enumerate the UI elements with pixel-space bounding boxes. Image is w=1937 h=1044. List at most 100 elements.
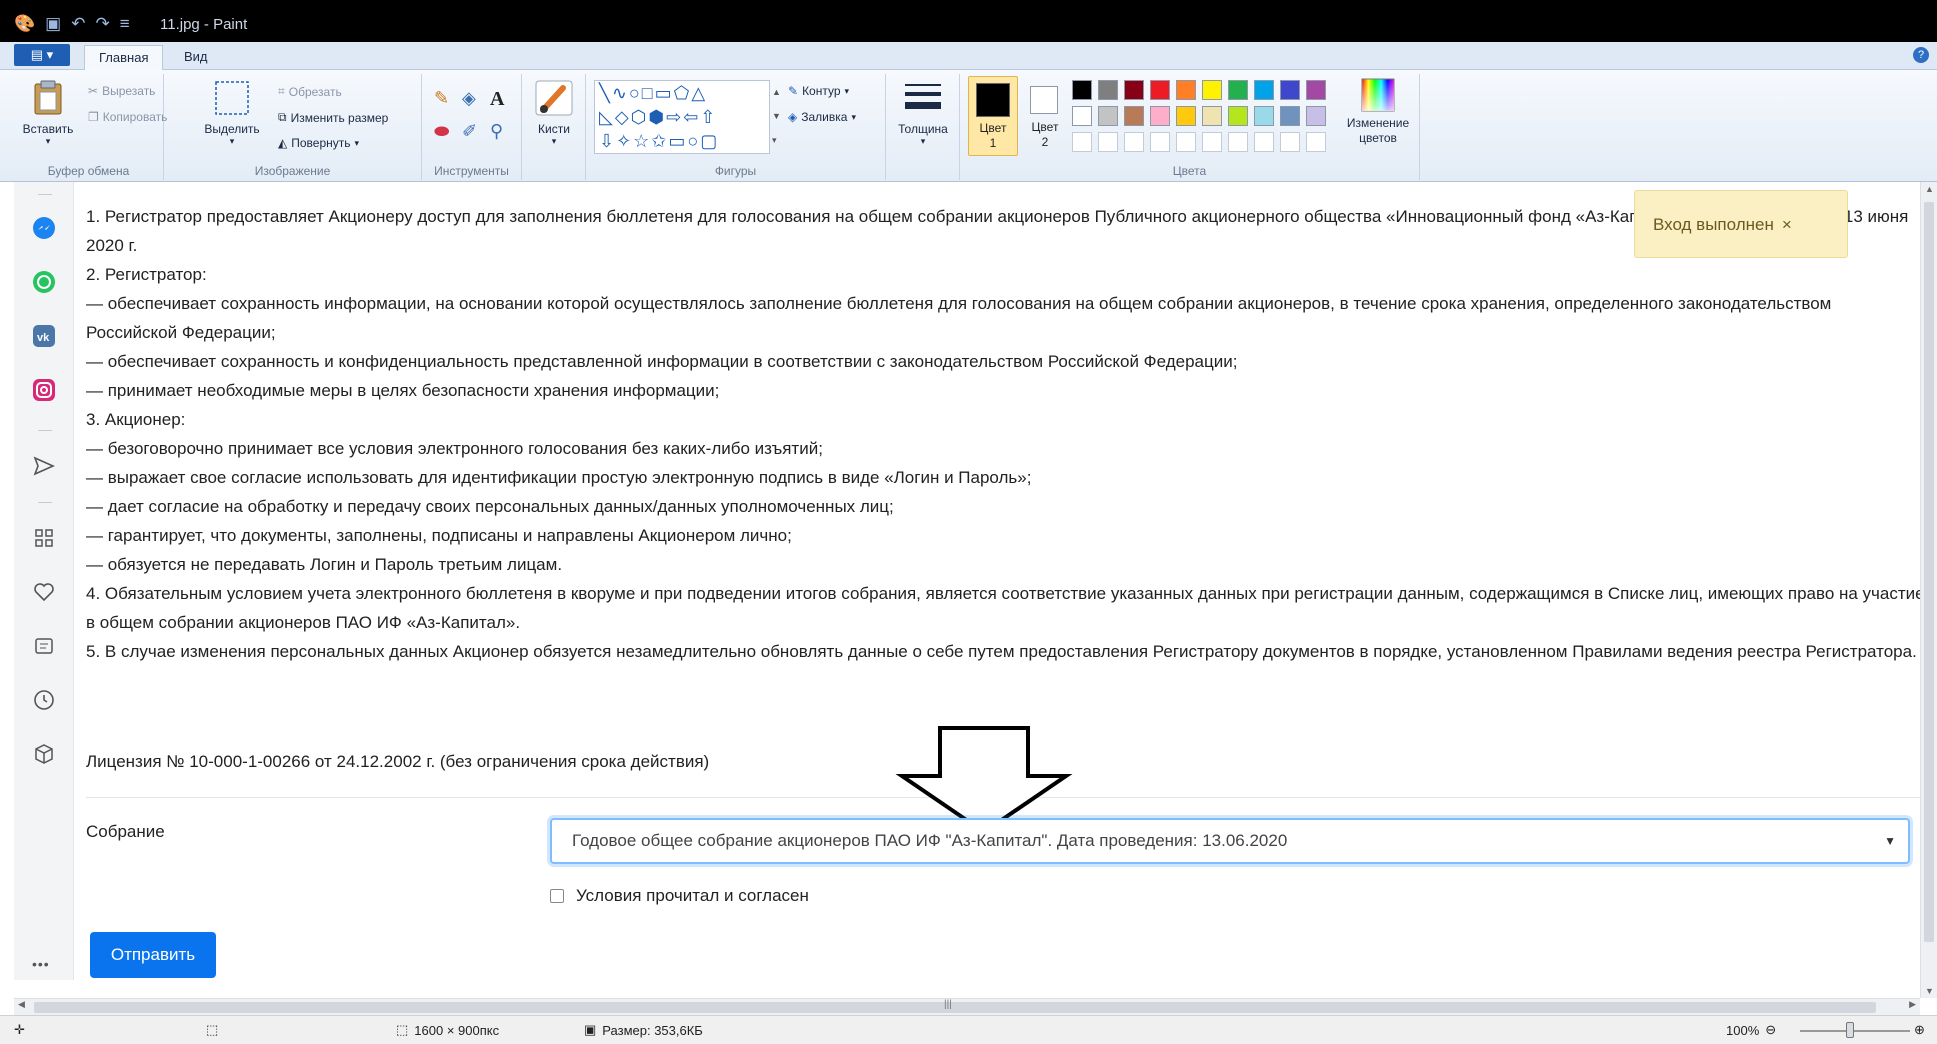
- save-icon[interactable]: ▣: [45, 14, 61, 34]
- palette-swatch[interactable]: [1098, 106, 1118, 126]
- tab-home[interactable]: Главная: [84, 45, 164, 70]
- vk-icon[interactable]: vk: [32, 324, 56, 348]
- palette-swatch[interactable]: [1150, 106, 1170, 126]
- zoom-value: 100%: [1726, 1022, 1760, 1038]
- color2-number: 2: [1041, 135, 1049, 149]
- color2-button[interactable]: Цвет 2: [1020, 76, 1070, 156]
- brushes-label: Кисти: [538, 122, 570, 136]
- file-menu-button[interactable]: ▤ ▾: [14, 44, 70, 66]
- paint-app-icon[interactable]: 🎨: [14, 14, 35, 34]
- eraser-icon[interactable]: ⬬: [434, 121, 462, 142]
- palette-swatch[interactable]: [1202, 106, 1222, 126]
- custom-color-slot[interactable]: [1124, 132, 1144, 152]
- submit-button[interactable]: Отправить: [90, 932, 216, 978]
- customize-quick-access-icon[interactable]: ≡: [120, 14, 130, 34]
- cut-button[interactable]: ✂ Вырезать: [88, 84, 155, 98]
- custom-color-slot[interactable]: [1098, 132, 1118, 152]
- palette-swatch[interactable]: [1254, 80, 1274, 100]
- instagram-icon[interactable]: [32, 378, 56, 402]
- palette-swatch[interactable]: [1124, 80, 1144, 100]
- help-icon[interactable]: ?: [1913, 47, 1929, 63]
- rotate-button[interactable]: ◭ Повернуть ▾: [278, 136, 359, 150]
- copy-button[interactable]: ❐ Копировать: [88, 110, 167, 124]
- magnifier-icon[interactable]: ⚲: [490, 121, 518, 142]
- palette-swatch[interactable]: [1280, 80, 1300, 100]
- undo-icon[interactable]: ↶: [71, 14, 85, 34]
- meeting-select[interactable]: Годовое общее собрание акционеров ПАО ИФ…: [550, 818, 1910, 864]
- whatsapp-icon[interactable]: [32, 270, 56, 294]
- custom-color-slot[interactable]: [1202, 132, 1222, 152]
- send-icon[interactable]: [32, 454, 56, 478]
- agree-checkbox-row[interactable]: Условия прочитал и согласен: [550, 886, 809, 906]
- select-button[interactable]: Выделить ▾: [202, 80, 262, 147]
- palette-swatch[interactable]: [1280, 106, 1300, 126]
- zoom-in-icon[interactable]: ⊕: [1914, 1022, 1925, 1038]
- horizontal-scroll-thumb[interactable]: [34, 1002, 1876, 1013]
- palette-swatch[interactable]: [1202, 80, 1222, 100]
- news-icon[interactable]: [32, 634, 56, 658]
- brushes-button[interactable]: Кисти ▾: [528, 80, 580, 147]
- toast-close-icon[interactable]: ×: [1782, 215, 1792, 234]
- palette-swatch[interactable]: [1306, 106, 1326, 126]
- brush-icon: [535, 80, 573, 116]
- text-icon[interactable]: A: [490, 88, 518, 111]
- color1-number: 1: [989, 136, 997, 150]
- custom-color-slot[interactable]: [1150, 132, 1170, 152]
- size-button[interactable]: Толщина ▾: [892, 80, 954, 147]
- scroll-left-icon[interactable]: ◀: [18, 999, 25, 1010]
- color-picker-icon[interactable]: ✐: [462, 121, 490, 142]
- resize-button[interactable]: ⧉ Изменить размер: [278, 110, 388, 125]
- history-clock-icon[interactable]: [32, 688, 56, 712]
- messenger-icon[interactable]: [32, 216, 56, 240]
- agreement-paragraph: — обязуется не передавать Логин и Пароль…: [86, 555, 563, 574]
- scroll-up-icon[interactable]: ▲: [1925, 184, 1934, 194]
- custom-color-slot[interactable]: [1280, 132, 1300, 152]
- palette-swatch[interactable]: [1098, 80, 1118, 100]
- palette-swatch[interactable]: [1228, 106, 1248, 126]
- outline-button[interactable]: ✎ Контур ▾: [788, 84, 849, 98]
- crop-button[interactable]: ⌗ Обрезать: [278, 84, 342, 99]
- agree-checkbox[interactable]: [550, 889, 564, 903]
- zoom-slider-handle[interactable]: [1846, 1022, 1854, 1038]
- palette-swatch[interactable]: [1124, 106, 1144, 126]
- more-icon[interactable]: •••: [32, 956, 50, 972]
- custom-color-slot[interactable]: [1306, 132, 1326, 152]
- zoom-slider[interactable]: [1800, 1030, 1910, 1032]
- apps-grid-icon[interactable]: [32, 526, 56, 550]
- pencil-icon[interactable]: ✎: [434, 88, 462, 111]
- paste-button[interactable]: Вставить ▾: [20, 80, 76, 147]
- fill-button[interactable]: ◈ Заливка ▾: [788, 110, 856, 124]
- edit-colors-button[interactable]: Изменение цветов: [1340, 78, 1416, 146]
- agreement-paragraph: — обеспечивает сохранность информации, н…: [86, 294, 1832, 342]
- custom-color-slot[interactable]: [1228, 132, 1248, 152]
- shapes-gallery[interactable]: ╲∿○□▭⬠△ ◺◇⬡⬢⇨⇦⇧ ⇩✧☆✩▭○▢: [594, 80, 770, 154]
- palette-swatch[interactable]: [1176, 80, 1196, 100]
- agreement-paragraph: — обеспечивает сохранность и конфиденциа…: [86, 352, 1238, 371]
- palette-swatch[interactable]: [1072, 80, 1092, 100]
- fill-bucket-icon[interactable]: ◈: [462, 88, 490, 111]
- palette-swatch[interactable]: [1306, 80, 1326, 100]
- redo-icon[interactable]: ↷: [95, 14, 109, 34]
- palette-swatch[interactable]: [1254, 106, 1274, 126]
- scroll-right-icon[interactable]: ▶: [1909, 999, 1916, 1010]
- palette-swatch[interactable]: [1150, 80, 1170, 100]
- vertical-scroll-thumb[interactable]: [1924, 202, 1934, 942]
- vertical-scrollbar[interactable]: ▲ ▼: [1920, 182, 1937, 998]
- horizontal-scrollbar[interactable]: ◀ ||| ▶: [14, 998, 1920, 1015]
- custom-color-slot[interactable]: [1072, 132, 1092, 152]
- scroll-down-icon[interactable]: ▼: [1925, 986, 1934, 996]
- shapes-scroll-icon[interactable]: ▲ ▼ ▾: [772, 80, 781, 152]
- palette-swatch[interactable]: [1176, 106, 1196, 126]
- box-3d-icon[interactable]: [32, 742, 56, 766]
- rotate-dropdown-icon: ▾: [354, 137, 360, 148]
- custom-color-slot[interactable]: [1176, 132, 1196, 152]
- tab-view[interactable]: Вид: [170, 45, 222, 70]
- zoom-out-icon[interactable]: ⊖: [1765, 1022, 1776, 1038]
- color1-button[interactable]: Цвет 1: [968, 76, 1018, 156]
- palette-swatch[interactable]: [1072, 106, 1092, 126]
- heart-icon[interactable]: [32, 580, 56, 604]
- color2-swatch: [1030, 86, 1058, 114]
- outline-dropdown-icon: ▾: [844, 85, 850, 96]
- custom-color-slot[interactable]: [1254, 132, 1274, 152]
- palette-swatch[interactable]: [1228, 80, 1248, 100]
